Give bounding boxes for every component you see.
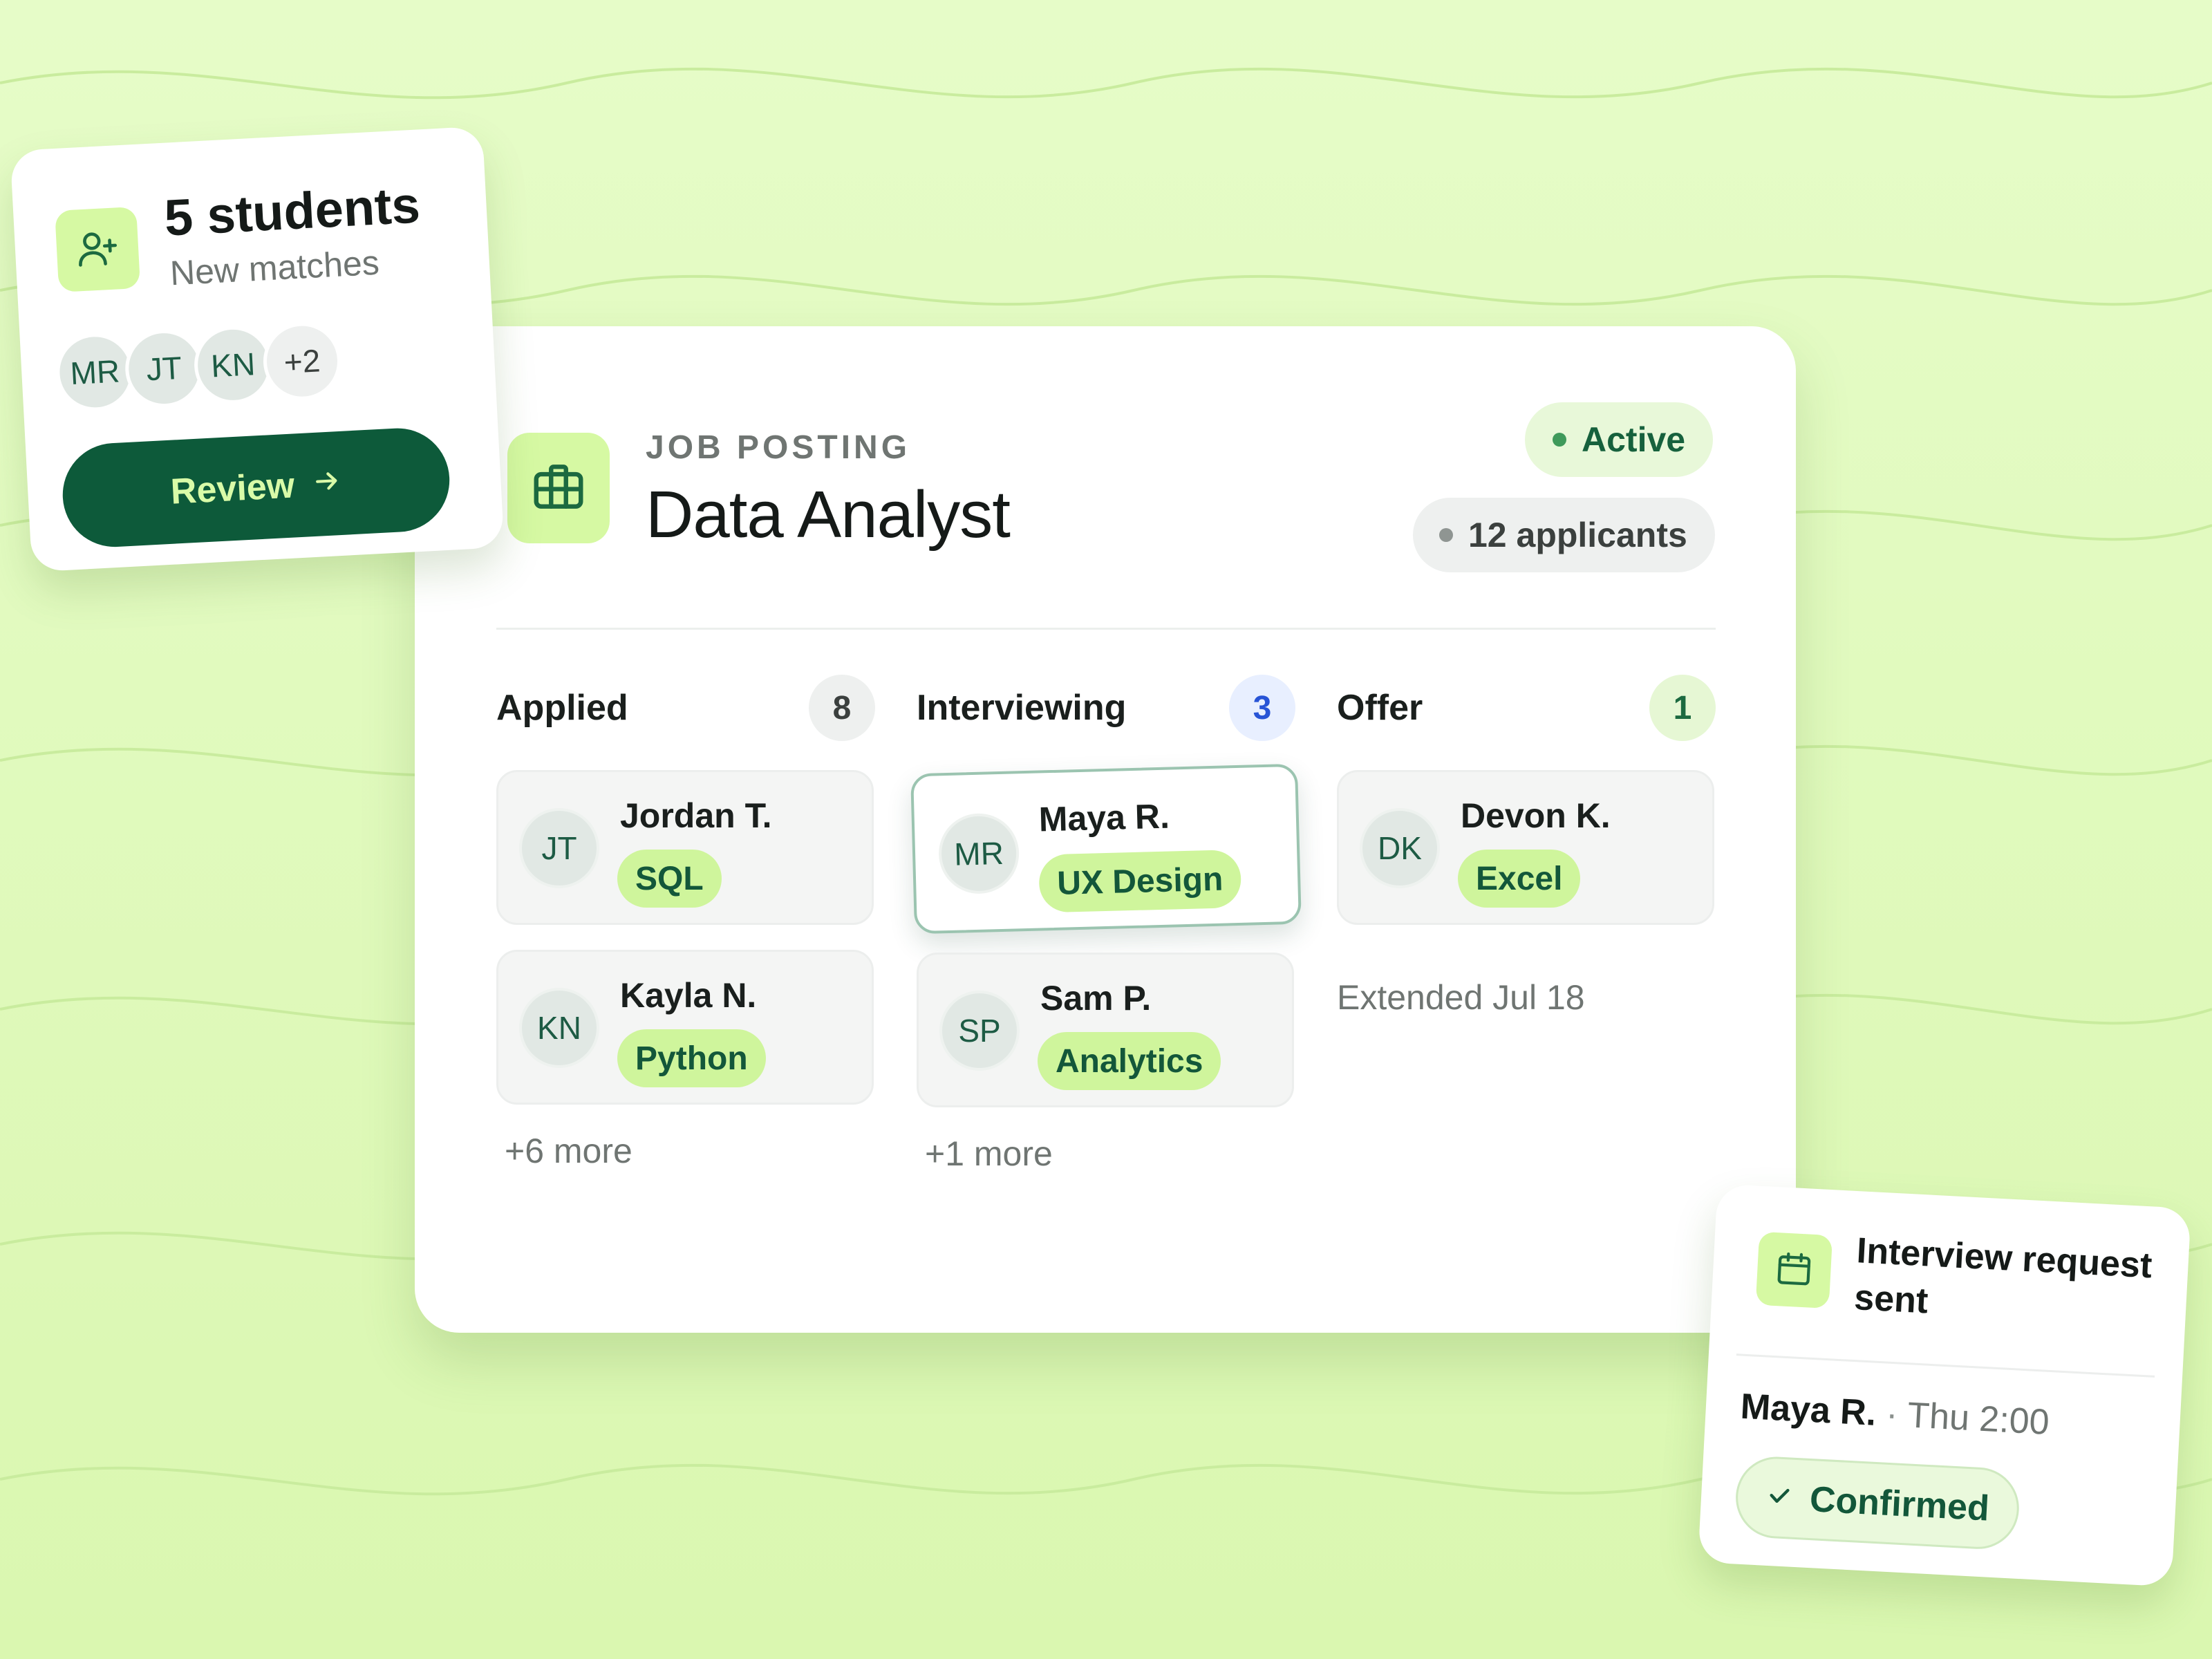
interview-card-title: Interview request sent — [1853, 1230, 2153, 1322]
avatar: KN — [519, 988, 599, 1068]
skill-tag: UX Design — [1038, 849, 1242, 913]
avatar: MR — [54, 331, 136, 413]
calendar-icon — [1774, 1248, 1815, 1292]
interview-separator: · — [1884, 1394, 1900, 1435]
job-posting-label: JOB POSTING — [646, 429, 911, 466]
column-count: 1 — [1649, 675, 1716, 741]
user-plus-icon-tile — [55, 206, 141, 292]
skill-tag: Python — [617, 1029, 766, 1087]
status-badge[interactable]: Active — [1525, 402, 1714, 477]
check-icon — [1765, 1477, 1794, 1519]
status-label: Active — [1582, 420, 1686, 459]
review-button-label: Review — [169, 465, 296, 512]
column-header-applied: Applied 8 — [496, 675, 875, 741]
candidate-card[interactable]: SP Sam P. Analytics — [917, 953, 1294, 1107]
interview-request-card: Interview request sent Maya R. · Thu 2:0… — [1698, 1183, 2191, 1587]
student-count: 5 students — [162, 176, 422, 247]
column-count: 8 — [809, 675, 875, 741]
candidate-name: Sam P. — [1040, 979, 1152, 1018]
applicants-dot — [1439, 528, 1453, 542]
avatar: SP — [939, 991, 1020, 1071]
new-matches-card: 5 students New matches MR JT KN +2 Revie… — [10, 126, 505, 572]
column-header-offer: Offer 1 — [1337, 675, 1716, 741]
column-title: Applied — [496, 688, 628, 728]
student-subtitle: New matches — [169, 243, 381, 293]
job-icon-tile — [507, 433, 610, 543]
avatar: DK — [1360, 808, 1440, 888]
candidate-name: Devon K. — [1461, 796, 1611, 835]
candidate-name: Kayla N. — [620, 976, 757, 1015]
column-header-interviewing: Interviewing 3 — [917, 675, 1295, 741]
avatar-overflow-count: +2 — [261, 320, 343, 402]
skill-tag: SQL — [617, 850, 722, 908]
candidate-card[interactable]: JT Jordan T. SQL — [496, 770, 874, 925]
avatar: JT — [123, 328, 205, 409]
column-title: Offer — [1337, 688, 1423, 728]
briefcase-icon — [529, 457, 588, 520]
avatar: MR — [937, 812, 1020, 895]
candidate-card-selected[interactable]: MR Maya R. UX Design — [910, 763, 1302, 935]
candidate-name: Jordan T. — [620, 796, 772, 835]
column-count: 3 — [1229, 675, 1295, 741]
user-plus-icon — [75, 225, 120, 274]
applicants-badge[interactable]: 12 applicants — [1413, 498, 1715, 572]
candidate-card[interactable]: KN Kayla N. Python — [496, 950, 874, 1105]
candidate-name: Maya R. — [1038, 796, 1170, 839]
arrow-right-icon — [311, 462, 342, 505]
avatar: KN — [192, 324, 274, 406]
interview-details: Maya R. · Thu 2:00 — [1739, 1386, 2050, 1443]
confirmed-badge: Confirmed — [1734, 1454, 2021, 1551]
page-title: Data Analyst — [646, 478, 1011, 552]
confirmed-label: Confirmed — [1808, 1479, 1991, 1529]
review-button[interactable]: Review — [59, 425, 453, 550]
skill-tag: Analytics — [1038, 1032, 1221, 1090]
avatar-stack: MR JT KN +2 — [54, 320, 343, 413]
applicants-label: 12 applicants — [1468, 516, 1687, 554]
avatar: JT — [519, 808, 599, 888]
column-title: Interviewing — [917, 688, 1127, 728]
skill-tag: Excel — [1458, 850, 1581, 908]
calendar-icon-tile — [1755, 1231, 1833, 1309]
interview-divider — [1736, 1353, 2155, 1378]
more-link[interactable]: +1 more — [925, 1134, 1053, 1174]
more-link[interactable]: +6 more — [505, 1131, 632, 1171]
offer-extended-note: Extended Jul 18 — [1337, 978, 1585, 1017]
interview-candidate-name: Maya R. — [1739, 1386, 1877, 1434]
candidate-card[interactable]: DK Devon K. Excel — [1337, 770, 1714, 925]
header-divider — [496, 628, 1716, 630]
interview-time: Thu 2:00 — [1906, 1395, 2051, 1443]
status-dot — [1553, 433, 1566, 447]
